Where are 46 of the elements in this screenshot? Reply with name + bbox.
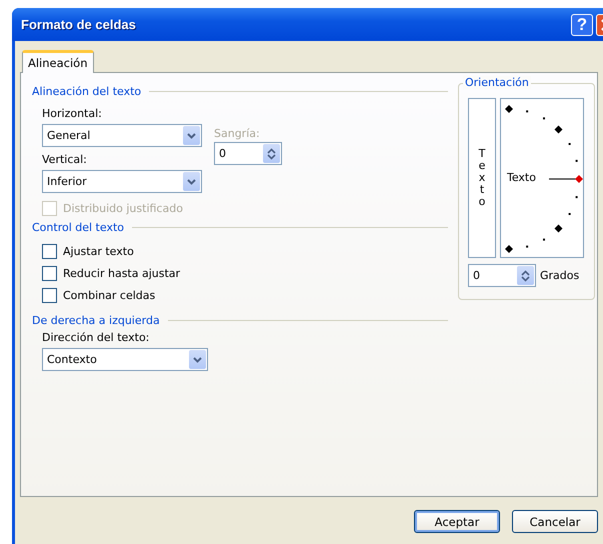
help-button[interactable]: ? bbox=[571, 14, 593, 36]
degree-mark bbox=[526, 246, 528, 248]
degree-mark bbox=[568, 143, 571, 145]
degree-mark bbox=[576, 160, 578, 162]
degree-mark bbox=[505, 105, 513, 113]
field-label: Dirección del texto: bbox=[42, 330, 150, 346]
checkbox-label: Distribuido justificado bbox=[63, 202, 183, 214]
up-down-icon bbox=[267, 148, 276, 160]
degree-mark bbox=[554, 224, 562, 232]
degree-mark bbox=[505, 245, 513, 253]
checkbox[interactable] bbox=[42, 288, 57, 302]
checkbox[interactable] bbox=[42, 244, 57, 258]
chevron-down-icon bbox=[187, 132, 196, 138]
degree-mark bbox=[554, 126, 562, 134]
dial-text: Texto bbox=[507, 171, 536, 184]
degree-mark bbox=[568, 213, 571, 215]
chevron-down-icon bbox=[193, 356, 202, 362]
vertical-text-option[interactable]: Texto bbox=[468, 98, 496, 258]
field-label: Horizontal: bbox=[42, 106, 103, 122]
section-heading: Control del texto bbox=[32, 221, 124, 234]
checkbox-label: Combinar celdas bbox=[63, 288, 156, 302]
chevron-down-icon bbox=[187, 178, 196, 184]
dialog-button[interactable]: Aceptar bbox=[414, 510, 500, 533]
text-direction-dropdown[interactable]: Contexto bbox=[42, 348, 208, 371]
orientation-pointer bbox=[548, 175, 583, 183]
dialog-button[interactable]: Cancelar bbox=[512, 510, 598, 533]
tab[interactable]: Alineación bbox=[22, 50, 94, 73]
field-label: Sangría: bbox=[214, 126, 261, 142]
checkbox-label: Ajustar texto bbox=[63, 244, 134, 258]
vertical-dropdown[interactable]: Inferior bbox=[42, 170, 202, 193]
field-label: Vertical: bbox=[42, 152, 88, 168]
degrees-spinner[interactable]: 0 bbox=[468, 264, 536, 287]
section-heading: De derecha a izquierda bbox=[32, 314, 160, 327]
checkbox[interactable] bbox=[42, 266, 57, 280]
horizontal-dropdown[interactable]: General bbox=[42, 124, 202, 147]
section-heading: Orientación bbox=[463, 76, 531, 89]
up-down-icon bbox=[521, 270, 530, 282]
degree-mark bbox=[576, 196, 578, 198]
degree-mark bbox=[543, 238, 545, 241]
checkbox-label: Reducir hasta ajustar bbox=[63, 266, 180, 280]
degree-mark bbox=[526, 110, 528, 112]
field-label: Grados bbox=[540, 269, 580, 282]
section-heading: Alineación del texto bbox=[32, 85, 142, 98]
orientation-dial[interactable]: Texto bbox=[500, 98, 584, 258]
degree-mark bbox=[543, 117, 545, 120]
window-title: Formato de celdas bbox=[20, 17, 137, 32]
